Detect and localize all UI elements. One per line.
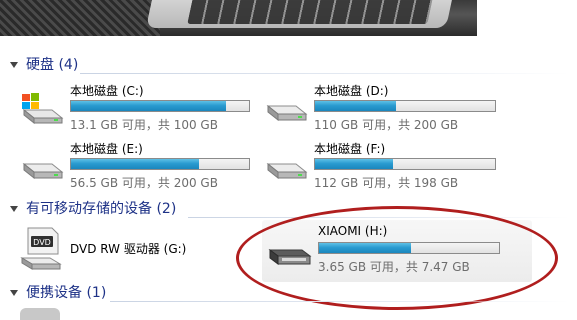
collapse-triangle-icon[interactable] bbox=[10, 61, 18, 68]
windows-drive-icon bbox=[22, 93, 64, 125]
portable-device-icon bbox=[20, 308, 60, 320]
dvd-badge: DVD bbox=[33, 238, 51, 247]
collapse-triangle-icon[interactable] bbox=[10, 289, 18, 296]
drive-item-g[interactable]: DVD DVD RW 驱动器 (G:) bbox=[18, 222, 258, 272]
capacity-bar bbox=[314, 100, 496, 112]
drive-name: 本地磁盘 (C:) bbox=[70, 84, 144, 98]
drive-item-f[interactable]: 本地磁盘 (F:) 112 GB 可用，共 198 GB bbox=[262, 140, 502, 190]
hard-drive-icon bbox=[22, 162, 64, 180]
drive-name: DVD RW 驱动器 (G:) bbox=[70, 242, 187, 256]
drive-space: 3.65 GB 可用，共 7.47 GB bbox=[318, 260, 470, 274]
section-title: 有可移动存储的设备 (2) bbox=[26, 201, 177, 217]
drive-name: XIAOMI (H:) bbox=[318, 224, 388, 238]
drive-space: 112 GB 可用，共 198 GB bbox=[314, 176, 459, 190]
drive-item-d[interactable]: 本地磁盘 (D:) 110 GB 可用，共 200 GB bbox=[262, 82, 502, 132]
capacity-bar bbox=[70, 158, 250, 170]
section-header-portable[interactable]: 便携设备 (1) bbox=[10, 282, 570, 302]
hard-drive-icon bbox=[266, 162, 308, 180]
hard-drive-icon bbox=[266, 104, 308, 122]
section-title: 硬盘 (4) bbox=[26, 57, 79, 73]
laptop-photo bbox=[0, 0, 577, 36]
section-title: 便携设备 (1) bbox=[26, 285, 107, 301]
drive-name: 本地磁盘 (D:) bbox=[314, 84, 389, 98]
capacity-bar bbox=[318, 242, 500, 254]
section-header-hard-disks[interactable]: 硬盘 (4) bbox=[10, 54, 570, 74]
drive-item-h[interactable]: XIAOMI (H:) 3.65 GB 可用，共 7.47 GB bbox=[266, 224, 506, 274]
capacity-bar bbox=[314, 158, 496, 170]
drive-space: 13.1 GB 可用，共 100 GB bbox=[70, 118, 218, 132]
drive-name: 本地磁盘 (E:) bbox=[70, 142, 143, 156]
drive-item-c[interactable]: 本地磁盘 (C:) 13.1 GB 可用，共 100 GB bbox=[18, 82, 258, 132]
collapse-triangle-icon[interactable] bbox=[10, 205, 18, 212]
capacity-bar bbox=[70, 100, 250, 112]
dvd-drive-icon: DVD bbox=[20, 227, 62, 270]
drive-name: 本地磁盘 (F:) bbox=[314, 142, 386, 156]
drive-space: 110 GB 可用，共 200 GB bbox=[314, 118, 459, 132]
drive-item-e[interactable]: 本地磁盘 (E:) 56.5 GB 可用，共 200 GB bbox=[18, 140, 258, 190]
usb-drive-icon bbox=[268, 249, 312, 265]
drive-space: 56.5 GB 可用，共 200 GB bbox=[70, 176, 218, 190]
